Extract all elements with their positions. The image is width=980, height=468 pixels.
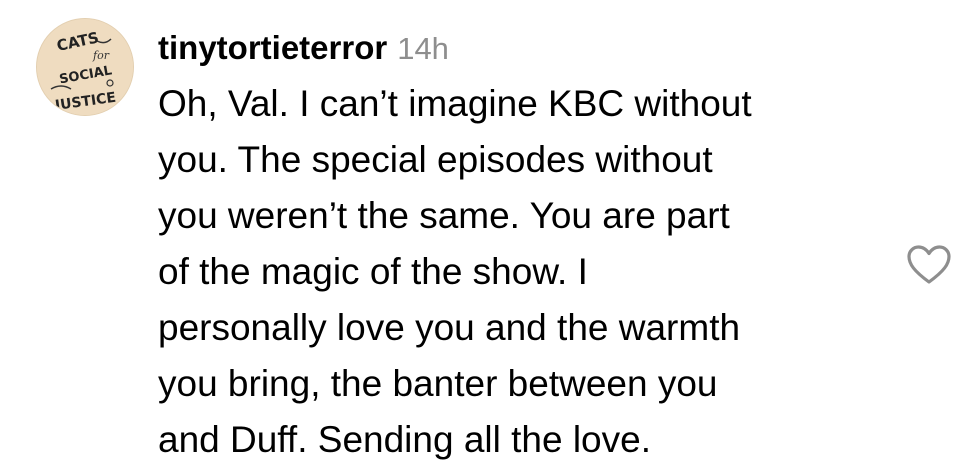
avatar-icon: CATS for SOCIAL JUSTICE [37, 19, 133, 115]
timestamp[interactable]: 14h [397, 21, 449, 77]
avatar[interactable]: CATS for SOCIAL JUSTICE [36, 18, 134, 116]
comment-text: Oh, Val. I can’t imagine KBC without you… [158, 83, 752, 460]
heart-outline-icon [907, 245, 951, 284]
svg-text:for: for [92, 49, 110, 62]
comment-content: tinytortieterror 14h Oh, Val. I can’t im… [158, 20, 878, 468]
comment-header: tinytortieterror 14h [158, 20, 878, 76]
username[interactable]: tinytortieterror [158, 20, 387, 76]
like-button[interactable] [906, 244, 952, 286]
comment: CATS for SOCIAL JUSTICE tinytortieterror… [0, 0, 980, 463]
